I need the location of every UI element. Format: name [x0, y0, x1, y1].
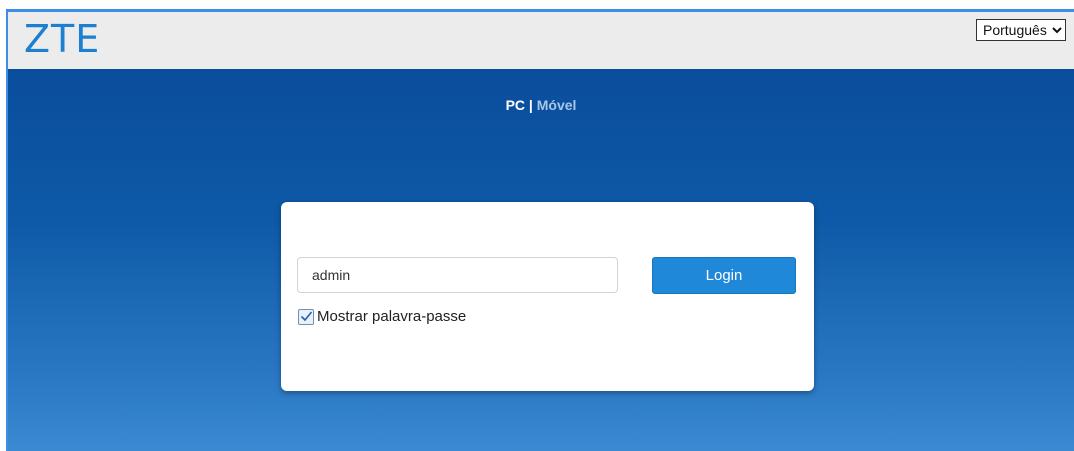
mobile-view-link[interactable]: Móvel [537, 97, 577, 113]
zte-logo: ZTE [24, 17, 101, 61]
show-password-label[interactable]: Mostrar palavra-passe [317, 308, 466, 325]
view-switcher: PC | Móvel [8, 97, 1074, 113]
login-button[interactable]: Login [652, 257, 796, 294]
top-bar: ZTE Português [8, 12, 1074, 69]
language-select[interactable]: Português [976, 19, 1066, 41]
view-separator: | [528, 97, 533, 113]
main-area: PC | Móvel Login Mostrar palavra-passe [8, 69, 1074, 451]
show-password-row: Mostrar palavra-passe [298, 308, 466, 325]
login-card: Login Mostrar palavra-passe [281, 202, 814, 391]
show-password-checkbox[interactable] [298, 308, 314, 325]
password-input[interactable] [297, 257, 618, 293]
pc-view-link[interactable]: PC [506, 97, 525, 113]
checkmark-icon [300, 310, 313, 321]
browser-viewport: ZTE Português PC | Móvel Login Mostrar p… [6, 9, 1074, 451]
